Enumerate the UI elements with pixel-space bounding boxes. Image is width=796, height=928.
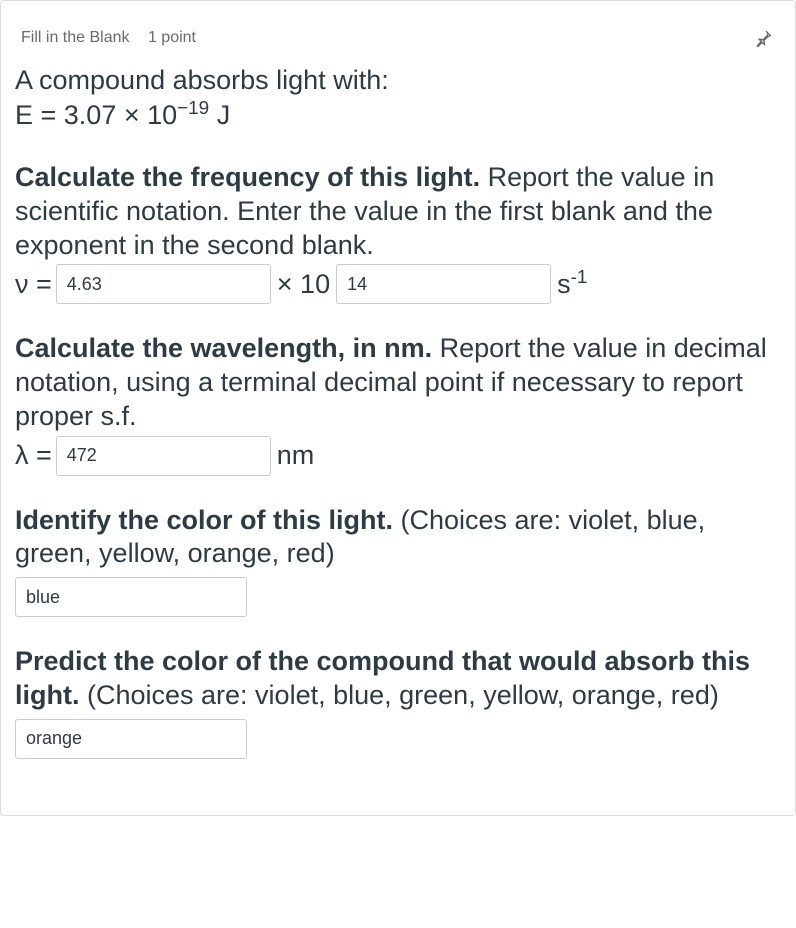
color-prompt: Identify the color of this light. (Choic…	[15, 504, 781, 572]
frequency-value-input[interactable]	[56, 264, 271, 304]
wavelength-prompt-bold: Calculate the wavelength, in nm.	[15, 333, 432, 363]
frequency-equation: ν = × 10 s-1	[15, 264, 781, 304]
wavelength-section: Calculate the wavelength, in nm. Report …	[15, 332, 781, 475]
frequency-section: Calculate the frequency of this light. R…	[15, 161, 781, 304]
intro-line2-exp: −19	[177, 98, 209, 119]
intro-line1: A compound absorbs light with:	[15, 65, 389, 95]
question-type: Fill in the Blank	[21, 29, 130, 47]
compound-color-input[interactable]	[15, 719, 247, 759]
frequency-var: ν =	[15, 268, 52, 302]
frequency-prompt: Calculate the frequency of this light. R…	[15, 161, 781, 262]
intro-line2-suffix: J	[209, 100, 230, 130]
color-section: Identify the color of this light. (Choic…	[15, 504, 781, 618]
question-content: A compound absorbs light with: E = 3.07 …	[1, 55, 795, 815]
frequency-exponent-input[interactable]	[336, 264, 551, 304]
question-points: 1 point	[148, 29, 196, 47]
compound-color-prompt-rest: (Choices are: violet, blue, green, yello…	[79, 680, 718, 710]
frequency-mid: × 10	[277, 268, 330, 302]
compound-color-prompt: Predict the color of the compound that w…	[15, 645, 781, 713]
intro-text: A compound absorbs light with: E = 3.07 …	[15, 63, 781, 133]
wavelength-equation: λ = nm	[15, 436, 781, 476]
wavelength-input[interactable]	[56, 436, 271, 476]
color-prompt-bold: Identify the color of this light.	[15, 505, 393, 535]
compound-color-section: Predict the color of the compound that w…	[15, 645, 781, 759]
frequency-prompt-bold: Calculate the frequency of this light.	[15, 162, 480, 192]
color-input[interactable]	[15, 577, 247, 617]
wavelength-unit: nm	[277, 439, 315, 473]
pin-icon[interactable]	[753, 29, 773, 49]
wavelength-var: λ =	[15, 439, 52, 473]
frequency-unit: s-1	[557, 268, 587, 302]
intro-line2-prefix: E = 3.07 × 10	[15, 100, 177, 130]
question-card: Fill in the Blank 1 point A compound abs…	[0, 0, 796, 816]
wavelength-prompt: Calculate the wavelength, in nm. Report …	[15, 332, 781, 433]
question-header: Fill in the Blank 1 point	[1, 1, 795, 55]
